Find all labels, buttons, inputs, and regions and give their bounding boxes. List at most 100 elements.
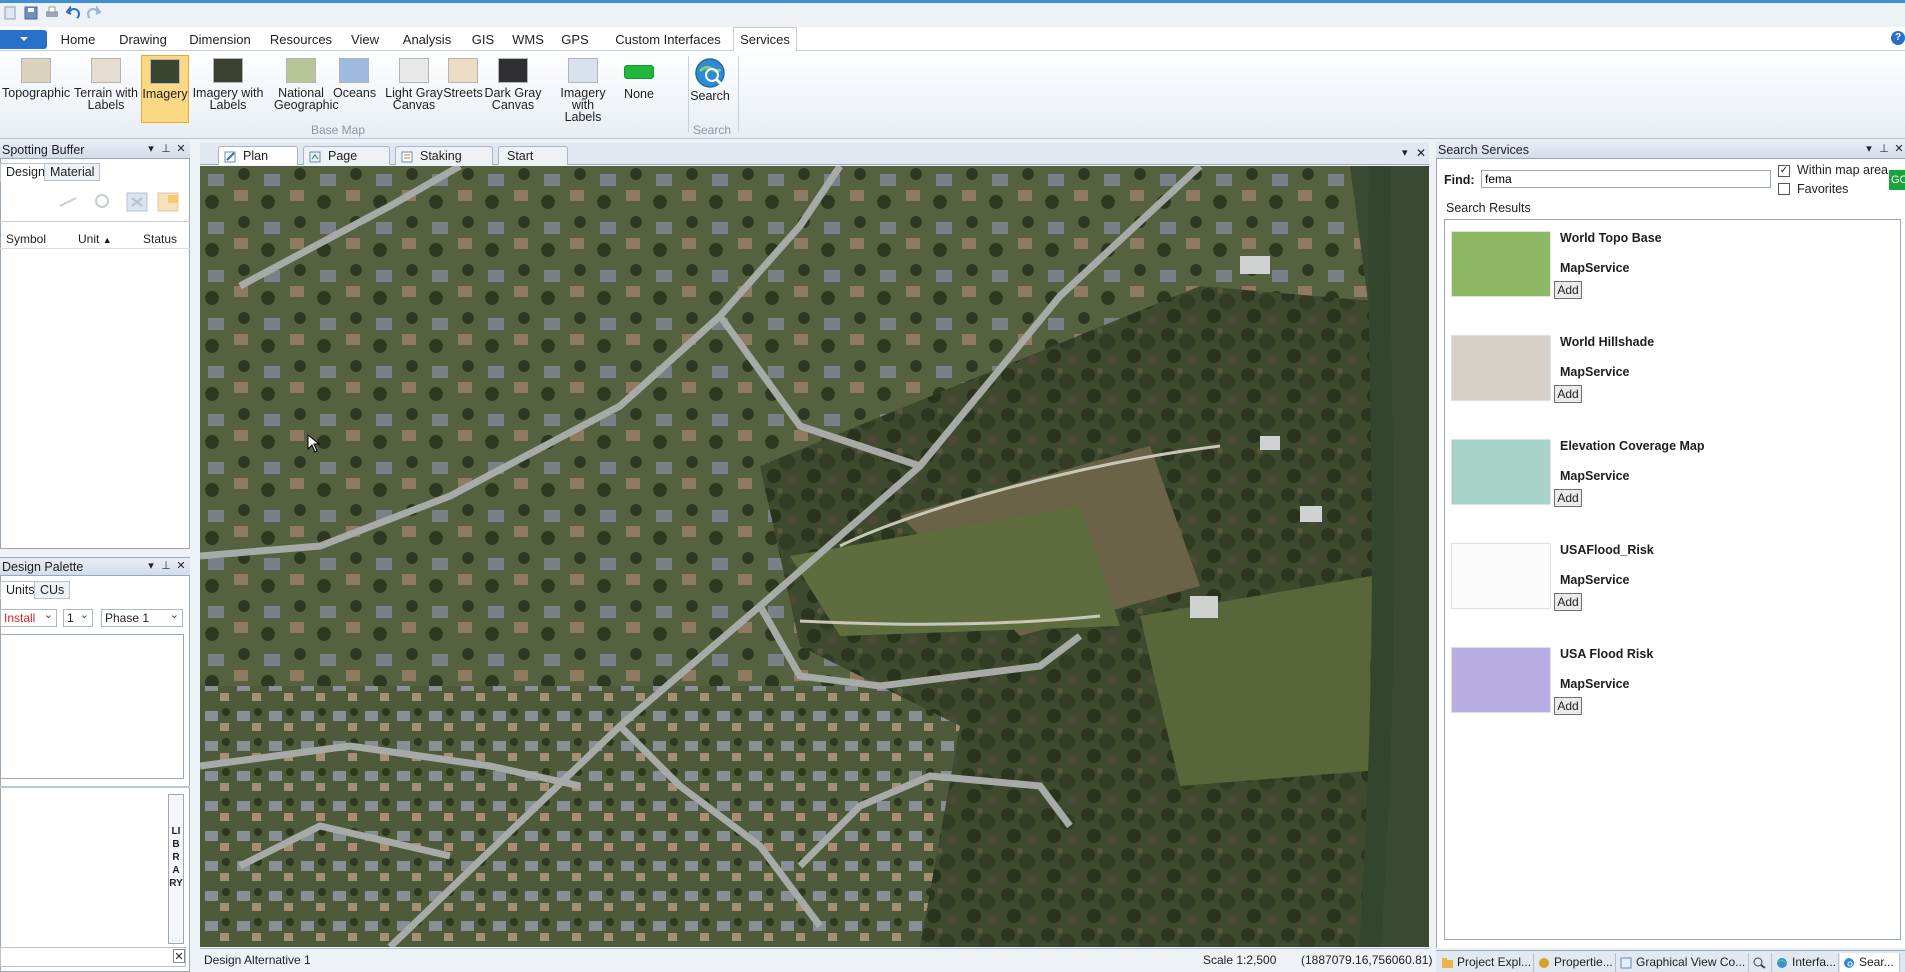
favorites-label: Favorites [1797,182,1849,196]
search-result-item: World Topo Base MapService Add [1451,231,1891,335]
redo-icon[interactable] [86,6,101,21]
tab-cus[interactable]: CUs [34,581,71,599]
basemap-button-6[interactable]: Light Gray Canvas [384,55,444,123]
circle-tool-icon[interactable] [94,193,110,209]
tab-services[interactable]: Services [733,27,797,52]
aerial-imagery [200,166,1429,947]
phase-dropdown[interactable]: Phase 1 [101,607,183,627]
splitter[interactable] [0,786,190,788]
basemap-button-4[interactable]: National Geographic [274,55,339,123]
tab-interfaces[interactable]: Interfa... [1773,953,1839,972]
globe-search-icon [1843,956,1856,968]
dropdown-icon[interactable]: ▾ [145,143,157,156]
favorites-checkbox[interactable] [1778,183,1790,195]
basemap-button-0[interactable]: Topographic [2,55,70,123]
search-services-title-text: Search Services [1438,143,1530,157]
tab-analysis[interactable]: Analysis [396,29,458,51]
tab-graphical-view-control[interactable]: Graphical View Co... [1617,953,1749,972]
close-icon[interactable]: ✕ [175,143,187,156]
basemap-button-10[interactable]: None [620,55,658,123]
basemap-thumbnail-icon [91,58,121,83]
export-icon[interactable] [156,191,182,213]
column-symbol[interactable]: Symbol [6,231,46,247]
application-menu-button[interactable] [0,30,47,49]
pin-icon[interactable]: ⊥ [1878,143,1890,156]
find-input[interactable] [1481,170,1771,188]
tab-home[interactable]: Home [54,29,102,51]
basemap-button-5[interactable]: Oceans [333,55,376,123]
number-dropdown[interactable]: 1 [63,607,93,627]
group-separator [738,56,739,132]
print-icon[interactable] [44,6,59,21]
add-button[interactable]: Add [1554,489,1582,507]
basemap-thumbnail-icon [399,58,429,83]
tab-wms[interactable]: WMS [509,29,547,51]
tab-start-page[interactable]: Start Page [498,146,568,181]
palette-list[interactable] [0,634,184,779]
clear-filter-icon[interactable]: ✕ [173,949,185,963]
tab-custom-interfaces[interactable]: Custom Interfaces [613,29,723,51]
tab-search-services[interactable]: Sear... [1840,953,1900,972]
help-icon[interactable]: ? [1891,31,1905,45]
tab-properties[interactable]: Propertie... [1535,953,1616,972]
pin-icon[interactable]: ⊥ [160,560,172,573]
doc-close-icon[interactable]: ✕ [1416,146,1426,160]
save-icon[interactable] [23,6,38,21]
basemap-button-8[interactable]: Dark Gray Canvas [484,55,542,123]
add-button[interactable]: Add [1554,697,1582,715]
basemap-group-label: Base Map [311,123,366,137]
globe-search-icon [695,58,725,88]
basemap-button-2[interactable]: Imagery [141,55,189,123]
pin-icon[interactable]: ⊥ [160,143,172,156]
tab-material[interactable]: Material [44,163,101,181]
doc-dropdown-icon[interactable]: ▾ [1402,146,1408,159]
result-name: World Hillshade [1560,335,1655,349]
basemap-label: Imagery [142,87,188,101]
undo-icon[interactable] [65,6,80,21]
tab-staking-view[interactable]: Staking View [395,146,493,181]
dropdown-icon[interactable]: ▾ [1863,143,1875,156]
column-status[interactable]: Status [143,231,177,247]
go-button[interactable]: GO [1889,170,1905,190]
delete-icon[interactable] [125,191,149,213]
close-icon[interactable]: ✕ [175,560,187,573]
basemap-label-line2: Labels [564,110,602,124]
tab-project-explorer[interactable]: Project Expl... [1438,953,1534,972]
tab-gis[interactable]: GIS [469,29,497,51]
basemap-thumbnail-icon [498,58,528,83]
column-unit-label: Unit [78,232,100,246]
basemap-button-1[interactable]: Terrain with Labels [74,55,138,123]
tab-page-view[interactable]: Page View [303,146,390,181]
search-button[interactable]: Search [690,55,730,123]
tab-drawing[interactable]: Drawing [114,29,172,51]
basemap-button-7[interactable]: Streets [443,55,483,123]
palette-filter-input[interactable] [0,947,186,967]
design-palette-title: Design Palette ▾ ⊥ ✕ [0,558,190,576]
column-unit[interactable]: Unit ▲ [78,231,112,247]
tab-search-tool[interactable] [1750,953,1772,972]
line-tool-icon[interactable] [58,196,78,208]
map-view[interactable] [200,166,1429,947]
header-divider [0,248,190,249]
add-button[interactable]: Add [1554,385,1582,403]
tab-search-services-label: Sear... [1859,955,1894,969]
new-file-icon[interactable] [2,6,17,21]
basemap-label: Topographic [2,86,71,100]
tab-resources[interactable]: Resources [268,29,334,51]
close-icon[interactable]: ✕ [1893,143,1905,156]
add-button[interactable]: Add [1554,593,1582,611]
dropdown-icon[interactable]: ▾ [145,560,157,573]
tab-view[interactable]: View [346,29,384,51]
basemap-button-9[interactable]: Imagery with Labels [548,55,618,123]
document-tab-bar: Plan View Page View Staking View Start P… [200,143,1429,181]
basemap-button-3[interactable]: Imagery with Labels [188,55,268,123]
search-services-title: Search Services ▾ ⊥ ✕ [1436,141,1905,159]
add-button[interactable]: Add [1554,281,1582,299]
tab-gps[interactable]: GPS [559,29,591,51]
within-map-area-checkbox[interactable]: ✓ [1778,165,1790,177]
tab-plan-view[interactable]: Plan View [218,146,298,181]
library-tab[interactable]: LIBRARY [168,794,184,944]
spotting-toolbar [0,182,190,222]
install-dropdown[interactable]: Install [0,607,57,627]
tab-dimension[interactable]: Dimension [184,29,256,51]
